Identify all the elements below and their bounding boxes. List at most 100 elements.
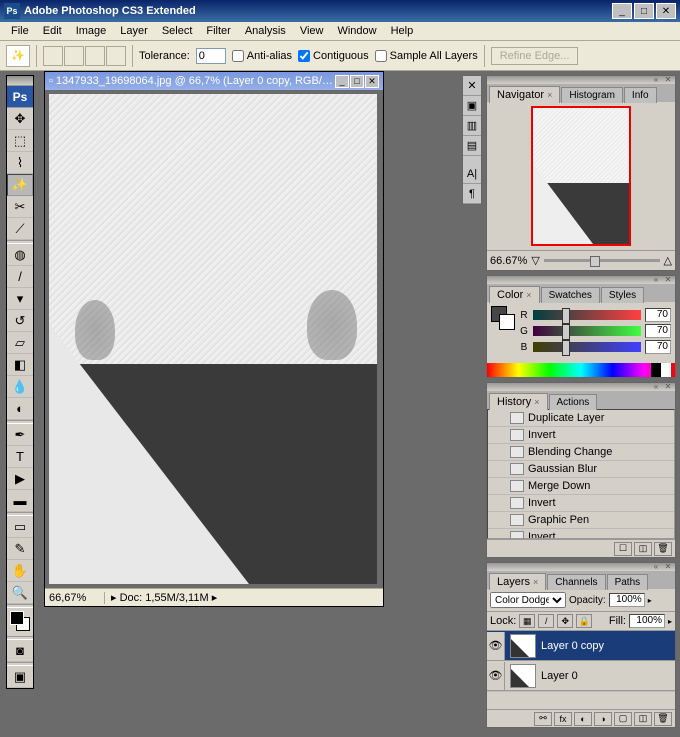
tab-histogram[interactable]: Histogram [561, 87, 623, 103]
visibility-toggle-icon[interactable]: 👁 [487, 662, 505, 690]
close-icon[interactable]: × [534, 397, 539, 407]
fill-flyout-icon[interactable]: ▸ [668, 617, 672, 626]
tool-hand[interactable]: ✋ [7, 560, 33, 582]
zoom-field[interactable]: 66,67% [45, 592, 105, 604]
selection-add[interactable] [64, 46, 84, 66]
tool-stamp[interactable]: ▾ [7, 288, 33, 310]
layer-style-icon[interactable]: fx [554, 712, 572, 726]
g-value[interactable]: 70 [645, 324, 671, 338]
panel-grip[interactable]: «✕ [487, 76, 675, 84]
new-layer-icon[interactable]: ◫ [634, 712, 652, 726]
menu-file[interactable]: File [4, 23, 36, 39]
close-button[interactable]: ✕ [656, 3, 676, 19]
panel-collapse-icon[interactable]: « [651, 77, 661, 83]
tool-type[interactable]: T [7, 446, 33, 468]
doc-close[interactable]: ✕ [365, 75, 379, 88]
minimize-button[interactable]: _ [612, 3, 632, 19]
r-value[interactable]: 70 [645, 308, 671, 322]
tab-paths[interactable]: Paths [607, 574, 649, 590]
selection-subtract[interactable] [85, 46, 105, 66]
tool-lasso[interactable]: ⌇ [7, 152, 33, 174]
dock-paragraph-icon[interactable]: ¶ [463, 184, 481, 204]
layer-list[interactable]: 👁 Layer 0 copy 👁 Layer 0 [487, 631, 675, 709]
layer-thumbnail[interactable] [510, 664, 536, 688]
tool-notes[interactable]: ▭ [7, 516, 33, 538]
dock-layercomps-icon[interactable]: ▤ [463, 136, 481, 156]
tool-pen[interactable]: ✒ [7, 424, 33, 446]
selection-new[interactable] [43, 46, 63, 66]
menu-layer[interactable]: Layer [113, 23, 155, 39]
opacity-input[interactable]: 100% [609, 593, 645, 607]
navigator-zoom-value[interactable]: 66.67% [490, 255, 527, 267]
panel-grip[interactable]: «✕ [487, 276, 675, 284]
tab-info[interactable]: Info [624, 87, 657, 103]
tool-dodge[interactable]: ◐ [7, 398, 33, 420]
tool-magic-wand[interactable]: ✨ [7, 174, 33, 196]
menu-image[interactable]: Image [69, 23, 114, 39]
tab-styles[interactable]: Styles [601, 287, 644, 303]
zoom-out-icon[interactable]: ▽ [531, 254, 539, 267]
panel-close-icon[interactable]: ✕ [663, 384, 673, 390]
tab-history[interactable]: History× [489, 393, 548, 410]
doc-info[interactable]: ▸ Doc: 1,55M/3,11M ▸ [105, 591, 383, 604]
tool-eyedropper[interactable]: ✎ [7, 538, 33, 560]
layer-item[interactable]: 👁 Layer 0 [487, 661, 675, 691]
contiguous-checkbox[interactable]: Contiguous [298, 50, 369, 62]
navigator-preview[interactable] [531, 106, 631, 246]
color-ramp[interactable] [487, 363, 675, 377]
color-picker-swatches[interactable] [491, 306, 515, 330]
history-item[interactable]: Blending Change [488, 444, 674, 461]
selection-intersect[interactable] [106, 46, 126, 66]
tool-brush[interactable]: / [7, 266, 33, 288]
panel-close-icon[interactable]: ✕ [663, 77, 673, 83]
opacity-flyout-icon[interactable]: ▸ [648, 596, 652, 605]
panel-grip[interactable]: «✕ [487, 383, 675, 391]
tab-channels[interactable]: Channels [547, 574, 605, 590]
close-icon[interactable]: × [526, 290, 531, 300]
canvas[interactable] [49, 94, 377, 584]
new-document-icon[interactable]: ◫ [634, 542, 652, 556]
tab-layers[interactable]: Layers× [489, 573, 546, 590]
tool-screenmode[interactable]: ▣ [7, 666, 33, 688]
group-icon[interactable]: ▢ [614, 712, 632, 726]
delete-icon[interactable]: 🗑 [654, 542, 672, 556]
panel-collapse-icon[interactable]: « [651, 384, 661, 390]
b-slider[interactable] [533, 342, 641, 352]
lock-pixels-icon[interactable]: / [538, 614, 554, 628]
history-list[interactable]: Duplicate Layer Invert Blending Change G… [487, 409, 675, 539]
new-snapshot-icon[interactable]: ☐ [614, 542, 632, 556]
panel-close-icon[interactable]: ✕ [663, 564, 673, 570]
menu-select[interactable]: Select [155, 23, 200, 39]
maximize-button[interactable]: □ [634, 3, 654, 19]
delete-layer-icon[interactable]: 🗑 [654, 712, 672, 726]
g-slider[interactable] [533, 326, 641, 336]
menu-edit[interactable]: Edit [36, 23, 69, 39]
canvas-viewport[interactable] [45, 90, 383, 588]
visibility-toggle-icon[interactable]: 👁 [487, 632, 505, 660]
adjustment-layer-icon[interactable]: ◑ [594, 712, 612, 726]
tool-quickmask[interactable]: ◙ [7, 640, 33, 662]
dock-clone-icon[interactable]: ▣ [463, 96, 481, 116]
tool-eraser[interactable]: ▱ [7, 332, 33, 354]
tool-history-brush[interactable]: ↺ [7, 310, 33, 332]
tool-blur[interactable]: 💧 [7, 376, 33, 398]
tool-shape[interactable]: ▬ [7, 490, 33, 512]
tool-move[interactable]: ✥ [7, 108, 33, 130]
layer-item[interactable]: 👁 Layer 0 copy [487, 631, 675, 661]
background-swatch[interactable] [499, 314, 515, 330]
fill-input[interactable]: 100% [629, 614, 665, 628]
menu-analysis[interactable]: Analysis [238, 23, 293, 39]
sample-all-checkbox[interactable]: Sample All Layers [375, 50, 478, 62]
doc-minimize[interactable]: _ [335, 75, 349, 88]
lock-all-icon[interactable]: 🔒 [576, 614, 592, 628]
menu-view[interactable]: View [293, 23, 331, 39]
close-icon[interactable]: × [533, 577, 538, 587]
panel-close-icon[interactable]: ✕ [663, 277, 673, 283]
tab-color[interactable]: Color× [489, 286, 540, 303]
tab-swatches[interactable]: Swatches [541, 287, 600, 303]
history-item[interactable]: Graphic Pen [488, 512, 674, 529]
tool-gradient[interactable]: ◧ [7, 354, 33, 376]
color-swatches[interactable] [7, 608, 33, 636]
history-item[interactable]: Duplicate Layer [488, 410, 674, 427]
history-item[interactable]: Merge Down [488, 478, 674, 495]
